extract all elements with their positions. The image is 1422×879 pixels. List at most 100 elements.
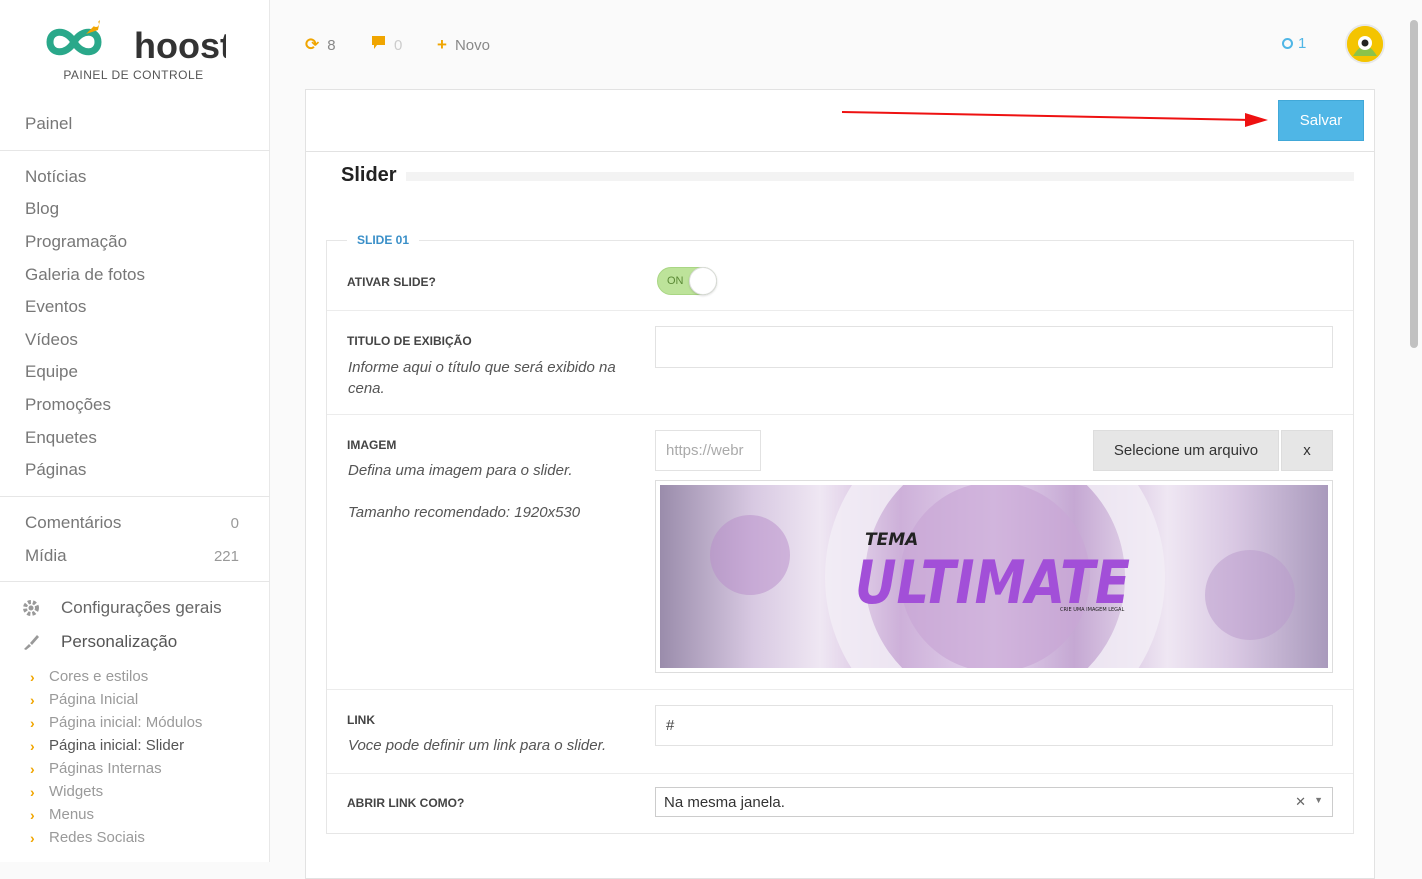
sidebar-item-programacao[interactable]: Programação [25, 232, 127, 252]
page-title: Slider [341, 164, 397, 186]
settings-panel: Salvar Slider SLIDE 01 ATIVAR SLIDE? ON … [305, 89, 1375, 879]
page-scrollbar[interactable] [1410, 20, 1418, 348]
submenu-label: Páginas Internas [49, 760, 162, 777]
clear-select-icon[interactable]: ✕ [1295, 794, 1306, 810]
image-size-help: Tamanho recomendado: 1920x530 [348, 504, 581, 521]
submenu-item-pagina-inicial[interactable]: › Página Inicial [30, 691, 138, 708]
submenu-item-widgets[interactable]: › Widgets [30, 783, 103, 800]
sidebar-item-promocoes[interactable]: Promoções [25, 395, 111, 415]
display-title-input[interactable] [655, 326, 1333, 368]
submenu-label: Redes Sociais [49, 829, 145, 846]
chevron-right-icon: › [30, 737, 35, 754]
open-link-select[interactable]: Na mesma janela. ✕ ▼ [655, 787, 1333, 817]
sidebar-item-galeria[interactable]: Galeria de fotos [25, 265, 145, 285]
sidebar-item-personalizacao[interactable]: Personalização [22, 632, 177, 652]
sidebar-item-blog[interactable]: Blog [25, 199, 59, 219]
sidebar-item-midia[interactable]: Mídia [25, 546, 67, 566]
row-divider [327, 310, 1353, 311]
brand-subtitle: PAINEL DE CONTROLE [63, 68, 204, 82]
sidebar-item-configuracoes[interactable]: Configurações gerais [22, 598, 222, 618]
select-file-button[interactable]: Selecione um arquivo [1093, 430, 1279, 471]
comments-indicator[interactable]: 0 [371, 35, 402, 55]
plus-icon: + [437, 35, 447, 54]
link-label: LINK [347, 713, 375, 727]
chevron-down-icon: ▼ [1314, 795, 1323, 805]
sidebar-item-videos[interactable]: Vídeos [25, 330, 78, 350]
circle-icon [1282, 38, 1293, 49]
display-title-help: Informe aqui o título que será exibido n… [348, 359, 616, 397]
open-link-label: ABRIR LINK COMO? [347, 796, 465, 810]
image-label: IMAGEM [347, 438, 397, 452]
chevron-right-icon: › [30, 829, 35, 846]
chevron-right-icon: › [30, 714, 35, 731]
sidebar-item-equipe[interactable]: Equipe [25, 362, 78, 382]
submenu-label: Página Inicial [49, 691, 139, 708]
submenu-item-menus[interactable]: › Menus [30, 806, 94, 823]
chevron-right-icon: › [30, 806, 35, 823]
display-title-label: TITULO DE EXIBIÇÃO [347, 334, 472, 348]
brand-logo[interactable]: hoost PAINEL DE CONTROLE [46, 18, 232, 84]
sidebar-item-painel[interactable]: Painel [25, 114, 72, 134]
save-button[interactable]: Salvar [1278, 100, 1364, 141]
sidebar-item-paginas[interactable]: Páginas [25, 460, 86, 480]
media-count: 221 [213, 548, 239, 565]
comment-icon [371, 35, 386, 55]
activate-slide-label: ATIVAR SLIDE? [347, 275, 436, 289]
sidebar-item-noticias[interactable]: Notícias [25, 167, 86, 187]
submenu-label: Página inicial: Slider [49, 737, 185, 754]
divider [0, 496, 270, 497]
sidebar-item-eventos[interactable]: Eventos [25, 297, 86, 317]
sidebar-item-label: Personalização [61, 632, 178, 651]
chevron-right-icon: › [30, 783, 35, 800]
chevron-right-icon: › [30, 760, 35, 777]
clear-image-button[interactable]: x [1281, 430, 1333, 471]
divider [0, 150, 270, 151]
new-label: Novo [454, 36, 490, 54]
submenu-item-modulos[interactable]: › Página inicial: Módulos [30, 714, 202, 731]
link-help: Voce pode definir um link para o slider. [348, 737, 607, 754]
new-button[interactable]: + Novo [437, 35, 490, 55]
submenu-label: Página inicial: Módulos [49, 714, 203, 731]
notifications-indicator[interactable]: 1 [1282, 35, 1306, 52]
sidebar-item-label: Configurações gerais [61, 598, 222, 617]
submenu-label: Widgets [49, 783, 104, 800]
slide-legend: SLIDE 01 [347, 233, 420, 247]
comments-indicator-count: 0 [394, 36, 403, 54]
image-url-input[interactable]: https://webr [655, 430, 761, 471]
monster-avatar-icon [1347, 26, 1383, 62]
slider-image-small-title: TEMA [865, 530, 918, 550]
gear-icon [22, 599, 44, 617]
submenu-item-redes-sociais[interactable]: › Redes Sociais [30, 829, 145, 846]
updates-indicator[interactable]: ⟳ 8 [305, 35, 336, 55]
refresh-icon: ⟳ [305, 35, 320, 54]
submenu-item-paginas-internas[interactable]: › Páginas Internas [30, 760, 162, 777]
image-help: Defina uma imagem para o slider. [348, 462, 573, 479]
image-row: IMAGEM Defina uma imagem para o slider. … [327, 414, 1353, 689]
slide-fieldset: SLIDE 01 ATIVAR SLIDE? ON TITULO DE EXIB… [326, 233, 1354, 834]
infinity-rocket-icon: hoost [46, 20, 232, 66]
chevron-right-icon: › [30, 668, 35, 685]
slider-image: TEMA ULTIMATE CRIE UMA IMAGEM LEGAL [660, 485, 1328, 668]
notifications-count: 1 [1298, 35, 1307, 52]
row-divider [327, 689, 1353, 690]
avatar[interactable] [1345, 24, 1385, 64]
link-input[interactable]: # [655, 705, 1333, 746]
image-preview: TEMA ULTIMATE CRIE UMA IMAGEM LEGAL [655, 480, 1333, 673]
comments-count: 0 [230, 515, 239, 532]
submenu-item-slider[interactable]: › Página inicial: Slider [30, 737, 184, 754]
divider [0, 581, 270, 582]
activate-slide-toggle[interactable]: ON [657, 267, 717, 295]
slider-image-tagline: CRIE UMA IMAGEM LEGAL [1060, 607, 1124, 613]
sidebar: hoost PAINEL DE CONTROLE Painel Notícias… [0, 0, 270, 862]
toggle-state-label: ON [667, 275, 684, 287]
title-underline [406, 172, 1354, 181]
open-link-value: Na mesma janela. [664, 793, 785, 811]
submenu-item-cores[interactable]: › Cores e estilos [30, 668, 148, 685]
submenu-label: Cores e estilos [49, 668, 149, 685]
toggle-knob [689, 267, 717, 295]
submenu-label: Menus [49, 806, 95, 823]
annotation-arrow-icon [841, 111, 1268, 127]
brand-name: hoost [134, 25, 226, 66]
sidebar-item-enquetes[interactable]: Enquetes [25, 428, 97, 448]
sidebar-item-comentarios[interactable]: Comentários [25, 513, 121, 533]
